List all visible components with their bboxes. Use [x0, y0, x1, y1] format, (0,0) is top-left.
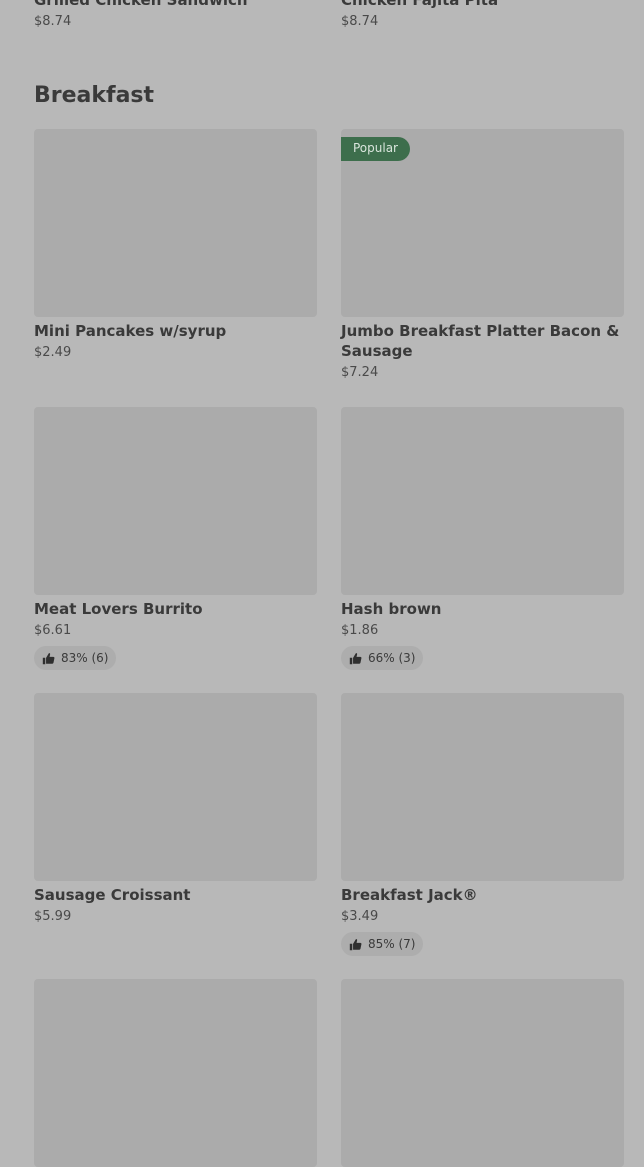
item-price: $6.61: [34, 623, 72, 638]
item-name: Grilled Chicken Sandwich: [34, 0, 248, 9]
item-name: Mini Pancakes w/syrup: [34, 322, 227, 340]
menu-item-card[interactable]: Meat Lovers Burrito $6.61 83% (6): [34, 407, 317, 670]
thumbs-up-icon: [42, 652, 55, 665]
menu-item-card[interactable]: Hash brown $1.86 66% (3): [341, 407, 624, 670]
menu-item-card[interactable]: Chicken Fajita Pita $8.74: [341, 0, 624, 31]
thumbs-up-icon: [349, 652, 362, 665]
item-name: Jumbo Breakfast Platter Bacon & Sausage: [341, 322, 620, 360]
previous-section-row: Grilled Chicken Sandwich $8.74 Chicken F…: [0, 0, 644, 40]
item-price: $1.86: [341, 623, 379, 638]
menu-item-card[interactable]: [34, 979, 317, 1167]
item-name: Sausage Croissant: [34, 886, 191, 904]
menu-item-card[interactable]: Mini Pancakes w/syrup $2.49: [34, 129, 317, 362]
item-name: Hash brown: [341, 600, 442, 618]
item-price: $7.24: [341, 365, 379, 380]
rating-pill: 85% (7): [341, 932, 424, 956]
rating-text: 85% (7): [368, 937, 416, 951]
item-image: Popular: [341, 129, 624, 317]
rating-text: 83% (6): [61, 651, 109, 665]
item-price: $3.49: [341, 909, 379, 924]
item-price: $8.74: [34, 14, 72, 29]
menu-item-card[interactable]: Breakfast Jack® $3.49 85% (7): [341, 693, 624, 956]
rating-text: 66% (3): [368, 651, 416, 665]
menu-item-card[interactable]: [341, 979, 624, 1167]
menu-item-card[interactable]: Popular Jumbo Breakfast Platter Bacon & …: [341, 129, 624, 382]
popular-badge: Popular: [341, 137, 410, 161]
item-image: [341, 979, 624, 1167]
item-image: [34, 129, 317, 317]
item-price: $2.49: [34, 345, 72, 360]
rating-pill: 83% (6): [34, 646, 117, 670]
item-image: [34, 693, 317, 881]
item-price: $8.74: [341, 14, 379, 29]
item-image: [341, 693, 624, 881]
item-name: Meat Lovers Burrito: [34, 600, 203, 618]
item-image: [341, 407, 624, 595]
item-name: Chicken Fajita Pita: [341, 0, 499, 9]
item-image: [34, 407, 317, 595]
menu-item-card[interactable]: Sausage Croissant $5.99: [34, 693, 317, 926]
menu-item-card[interactable]: Grilled Chicken Sandwich $8.74: [34, 0, 317, 31]
item-price: $5.99: [34, 909, 72, 924]
thumbs-up-icon: [349, 938, 362, 951]
item-image: [34, 979, 317, 1167]
rating-pill: 66% (3): [341, 646, 424, 670]
section-title: Breakfast: [34, 83, 155, 108]
item-name: Breakfast Jack®: [341, 886, 478, 904]
